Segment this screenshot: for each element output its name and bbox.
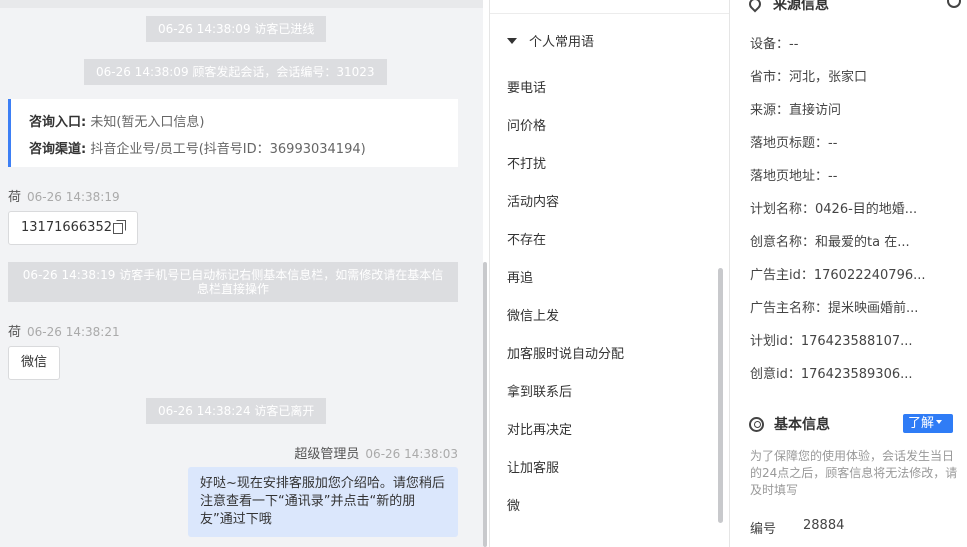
customer-id-value: 28884 xyxy=(803,518,845,533)
info-row: 广告主id：176022240796... xyxy=(750,268,926,283)
message-sender: 荷 06-26 14:38:21 xyxy=(8,321,120,340)
learn-more-button[interactable]: 了解 xyxy=(903,414,953,433)
chat-panel: 06-26 14:38:09 访客已进线 06-26 14:38:09 顾客发起… xyxy=(0,0,483,547)
copy-icon[interactable] xyxy=(112,220,126,234)
phrase-item[interactable]: 再追 xyxy=(507,267,533,286)
phrase-item[interactable]: 活动内容 xyxy=(507,191,559,210)
message-time: 06-26 14:38:03 xyxy=(365,447,458,461)
phrase-item[interactable]: 要电话 xyxy=(507,77,546,96)
phrase-item[interactable]: 不打扰 xyxy=(507,153,546,172)
phrase-item[interactable]: 加客服时说自动分配 xyxy=(507,343,624,362)
settings-icon[interactable] xyxy=(947,0,961,8)
info-row: 落地页地址：-- xyxy=(750,169,838,184)
customer-info-panel: 来源信息 设备：-- 省市：河北，张家口 来源：直接访问 落地页标题：-- 落地… xyxy=(731,0,967,547)
info-row: 落地页标题：-- xyxy=(750,136,838,151)
info-row: 省市：河北，张家口 xyxy=(750,70,868,85)
sender-name: 荷 xyxy=(8,325,22,340)
notice-text: 为了保障您的使用体验，会话发生当日的24点之后，顾客信息将无法修改，请及时填写 xyxy=(750,449,958,497)
info-row: 计划名称：0426-目的地婚... xyxy=(750,202,918,217)
phrase-item[interactable]: 微 xyxy=(507,495,520,514)
entry-info-card: 咨询入口: 未知(暂无入口信息) 咨询渠道: 抖音企业号/员工号(抖音号ID：3… xyxy=(8,99,458,167)
phrase-item[interactable]: 拿到联系后 xyxy=(507,381,572,400)
visitor-message-bubble: 13171666352 xyxy=(8,211,138,245)
info-row: 创意id：176423589306... xyxy=(750,367,913,382)
info-row: 创意名称：和最爱的ta 在... xyxy=(750,235,910,250)
quick-phrases-panel: 个人常用语 要电话 问价格 不打扰 活动内容 不存在 再追 微信上发 加客服时说… xyxy=(489,0,730,547)
sender-name: 荷 xyxy=(8,190,22,205)
info-row: 来源：直接访问 xyxy=(750,103,842,118)
system-message: 06-26 14:38:19 访客手机号已自动标记右侧基本信息栏，如需修改请在基… xyxy=(8,262,458,302)
learn-more-label: 了解 xyxy=(908,416,935,431)
phrase-item[interactable]: 微信上发 xyxy=(507,305,559,324)
phrase-item[interactable]: 问价格 xyxy=(507,115,546,134)
chat-top-bar xyxy=(0,0,483,8)
info-row: 计划id：176423588107... xyxy=(750,334,913,349)
info-row: 设备：-- xyxy=(750,37,799,52)
channel-row: 咨询渠道: 抖音企业号/员工号(抖音号ID：36993034194) xyxy=(29,136,440,163)
visitor-message-bubble: 微信 xyxy=(8,346,61,380)
basic-info-header: 基本信息 xyxy=(749,414,830,434)
entry-label: 咨询入口: xyxy=(29,115,87,130)
user-icon xyxy=(749,417,764,432)
phrases-scrollbar[interactable] xyxy=(718,268,723,523)
source-info-header: 来源信息 xyxy=(746,0,829,14)
info-row: 广告主名称：提米映画婚前... xyxy=(750,301,919,316)
customer-id-label: 编号 xyxy=(750,522,777,537)
entry-value: 未知(暂无入口信息) xyxy=(90,115,205,130)
phrase-group-label: 个人常用语 xyxy=(529,35,595,50)
message-sender: 超级管理员 06-26 14:38:03 xyxy=(294,443,458,462)
system-message: 06-26 14:38:09 访客已进线 xyxy=(146,16,327,42)
phrase-item[interactable]: 让加客服 xyxy=(507,457,559,476)
source-info-title: 来源信息 xyxy=(773,0,829,13)
customer-service-workspace: 06-26 14:38:09 访客已进线 06-26 14:38:09 顾客发起… xyxy=(0,0,967,547)
divider xyxy=(490,13,729,14)
system-message: 06-26 14:38:09 顾客发起会话，会话编号：31023 xyxy=(84,59,387,85)
phrase-item[interactable]: 对比再决定 xyxy=(507,419,572,438)
entry-row: 咨询入口: 未知(暂无入口信息) xyxy=(29,109,440,136)
chat-scrollbar[interactable] xyxy=(483,262,487,547)
agent-message-bubble: 好哒~现在安排客服加您介绍哈。请您稍后注意查看一下“通讯录”并点击“新的朋友”通… xyxy=(188,467,458,537)
message-text: 微信 xyxy=(21,355,48,370)
message-time: 06-26 14:38:21 xyxy=(27,325,120,339)
location-pin-icon xyxy=(746,0,764,13)
channel-label: 咨询渠道: xyxy=(29,142,87,157)
message-text: 13171666352 xyxy=(21,220,112,235)
phrase-item[interactable]: 不存在 xyxy=(507,229,546,248)
message-sender: 荷 06-26 14:38:19 xyxy=(8,186,120,205)
phrase-group-header[interactable]: 个人常用语 xyxy=(507,31,594,50)
channel-value: 抖音企业号/员工号(抖音号ID：36993034194) xyxy=(90,142,366,157)
basic-info-title: 基本信息 xyxy=(774,417,830,433)
system-message: 06-26 14:38:24 访客已离开 xyxy=(146,398,327,424)
caret-down-icon xyxy=(936,420,943,424)
caret-down-icon xyxy=(507,38,517,44)
message-time: 06-26 14:38:19 xyxy=(27,190,120,204)
sender-name: 超级管理员 xyxy=(294,447,360,462)
